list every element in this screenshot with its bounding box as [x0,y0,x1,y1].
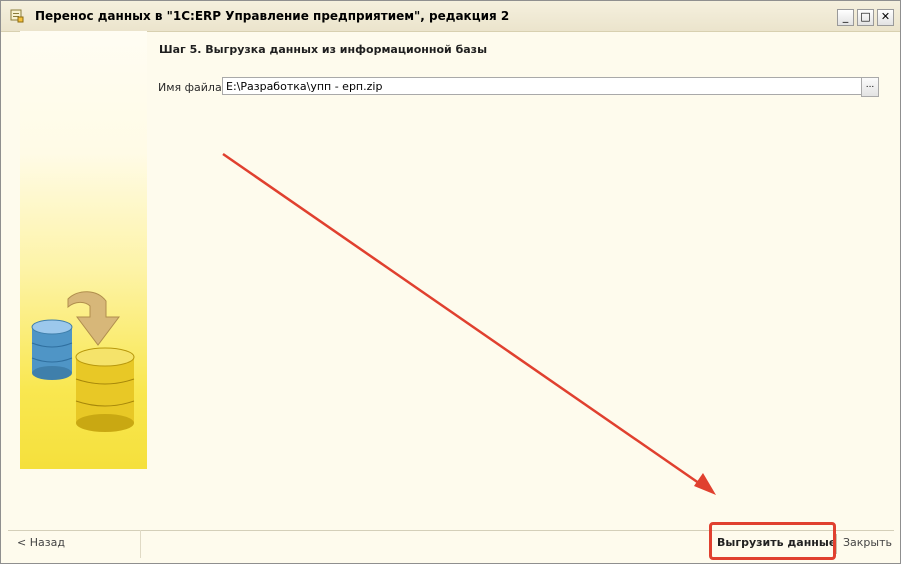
annotation-arrow [222,152,716,495]
